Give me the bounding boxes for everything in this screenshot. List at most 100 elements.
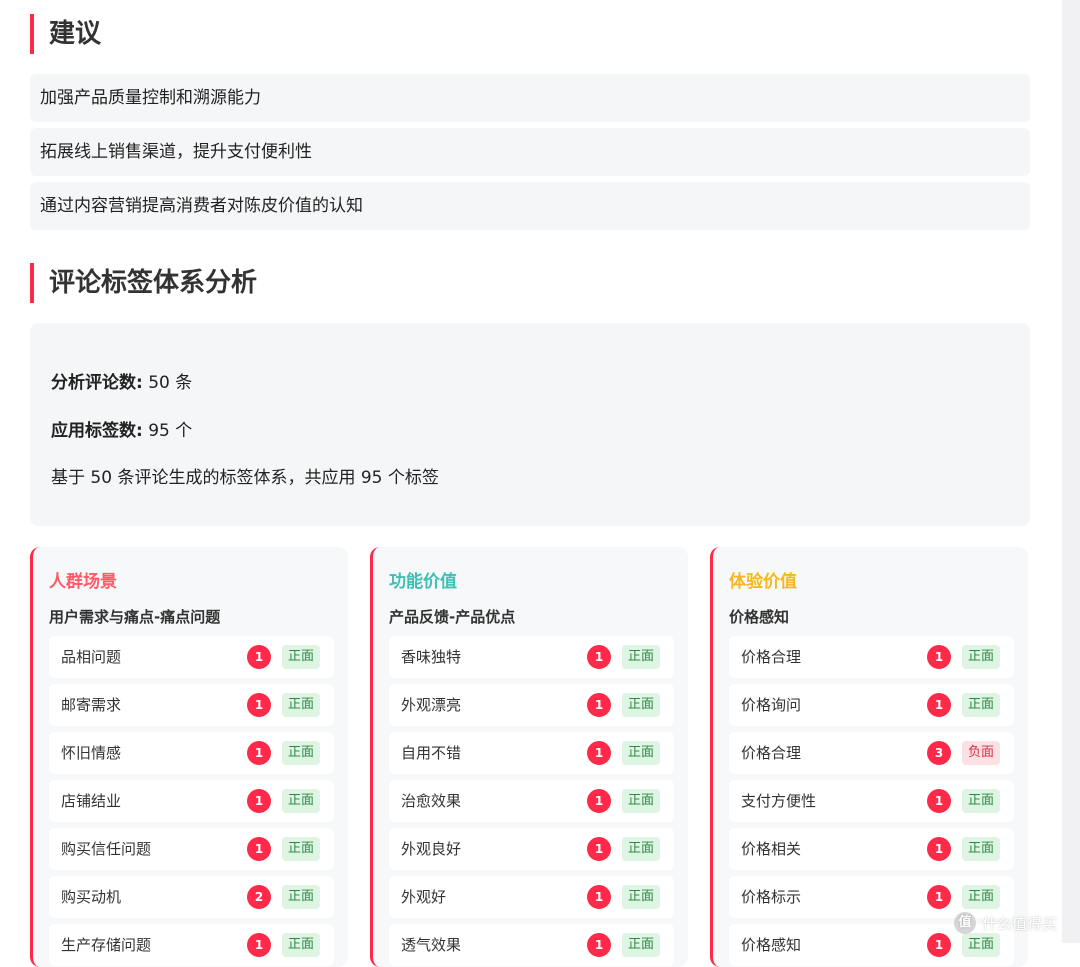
page-scroll-rail [1062,0,1080,943]
sentiment-badge: 正面 [282,933,320,957]
tag-count-badge: 1 [927,837,951,861]
suggestion-item: 通过内容营销提高消费者对陈皮价值的认知 [30,182,1030,230]
tag-count-badge: 1 [927,885,951,909]
tag-count-badge: 1 [587,885,611,909]
tag-row: 邮寄需求 1 正面 [49,684,334,726]
sentiment-badge: 正面 [962,645,1000,669]
tag-row: 支付方便性 1 正面 [729,780,1014,822]
tag-count-badge: 1 [247,933,271,957]
tag-row: 价格合理 1 正面 [729,636,1014,678]
sentiment-badge: 正面 [622,741,660,765]
sentiment-badge: 正面 [622,837,660,861]
tag-count-badge: 1 [247,837,271,861]
tag-row: 外观良好 1 正面 [389,828,674,870]
sentiment-badge: 正面 [622,645,660,669]
tag-name: 外观漂亮 [401,696,462,714]
sentiment-badge: 正面 [962,885,1000,909]
tag-count-badge: 1 [247,789,271,813]
tag-count-badge: 1 [247,741,271,765]
tag-name: 邮寄需求 [61,696,122,714]
sentiment-badge: 正面 [622,885,660,909]
tag-count-badge: 2 [247,885,271,909]
tag-name: 外观好 [401,888,447,906]
category-card-experience-value: 体验价值 价格感知 价格合理 1 正面 价格询问 1 正面 价格合理 3 负面 支付方便性 1 正面价… [710,547,1028,967]
category-subtitle: 用户需求与痛点-痛点问题 [49,608,221,626]
tag-count-badge: 1 [587,645,611,669]
tag-name: 支付方便性 [741,792,817,810]
tag-row: 自用不错 1 正面 [389,732,674,774]
tag-row: 品相问题 1 正面 [49,636,334,678]
tag-row: 外观漂亮 1 正面 [389,684,674,726]
tag-name: 透气效果 [401,936,462,954]
category-subtitle: 价格感知 [729,608,790,626]
tag-count-badge: 1 [587,693,611,717]
category-subtitle: 产品反馈-产品优点 [389,608,516,626]
tag-count-stat: 应用标签数: 95 个 [51,416,192,441]
tag-name: 店铺结业 [61,792,122,810]
sentiment-badge: 正面 [282,789,320,813]
tag-row: 外观好 1 正面 [389,876,674,918]
tag-analysis-heading: 评论标签体系分析 [30,263,257,303]
tag-name: 怀旧情感 [61,744,122,762]
suggestion-item: 拓展线上销售渠道，提升支付便利性 [30,128,1030,176]
smzdm-watermark: 值 什么值得买 [954,908,1072,938]
tag-count-badge: 1 [247,645,271,669]
sentiment-badge: 正面 [622,693,660,717]
tag-row: 怀旧情感 1 正面 [49,732,334,774]
category-title: 体验价值 [729,572,797,592]
tag-name: 购买信任问题 [61,840,152,858]
tag-row: 香味独特 1 正面 [389,636,674,678]
stats-summary-text: 基于 50 条评论生成的标签体系，共应用 95 个标签 [51,468,439,488]
sentiment-badge: 正面 [282,885,320,909]
sentiment-badge: 正面 [282,645,320,669]
category-card-function-value: 功能价值 产品反馈-产品优点 香味独特 1 正面 外观漂亮 1 正面 自用不错 1 正面 治愈效果… [370,547,688,967]
sentiment-badge: 正面 [962,693,1000,717]
tag-count-badge: 1 [587,837,611,861]
tag-count-badge: 1 [927,645,951,669]
tag-name: 治愈效果 [401,792,462,810]
tag-row: 生产存储问题 1 正面 [49,924,334,966]
sentiment-badge: 正面 [622,933,660,957]
tag-count-badge: 1 [927,789,951,813]
smzdm-logo-icon: 值 [954,912,976,934]
tag-count-badge: 1 [927,933,951,957]
review-count-stat: 分析评论数: 50 条 [51,368,192,393]
review-count-label: 分析评论数: [51,373,143,393]
tag-name: 购买动机 [61,888,122,906]
sentiment-badge: 正面 [962,789,1000,813]
tag-row: 治愈效果 1 正面 [389,780,674,822]
sentiment-badge: 正面 [622,789,660,813]
tag-name: 品相问题 [61,648,122,666]
tag-count-badge: 1 [927,693,951,717]
tag-count-badge: 1 [587,789,611,813]
tag-name: 价格询问 [741,696,802,714]
tag-count-badge: 1 [587,741,611,765]
category-title: 人群场景 [49,572,117,592]
review-count-value: 50 条 [148,373,193,393]
tag-row: 购买信任问题 1 正面 [49,828,334,870]
sentiment-badge: 正面 [282,693,320,717]
tag-name: 外观良好 [401,840,462,858]
tag-name: 价格合理 [741,744,802,762]
tag-name: 自用不错 [401,744,462,762]
tag-count-label: 应用标签数: [51,421,143,441]
tag-row: 价格相关 1 正面 [729,828,1014,870]
tag-name: 价格标示 [741,888,802,906]
watermark-text: 什么值得买 [982,914,1058,933]
tag-name: 香味独特 [401,648,462,666]
tag-count-value: 95 个 [148,421,193,441]
tag-count-badge: 3 [927,741,951,765]
sentiment-badge: 负面 [962,741,1000,765]
tag-name: 价格合理 [741,648,802,666]
tag-name: 价格感知 [741,936,802,954]
stats-summary-box: 分析评论数: 50 条 应用标签数: 95 个 基于 50 条评论生成的标签体系… [30,323,1030,526]
suggestions-heading: 建议 [30,14,101,54]
tag-row: 价格询问 1 正面 [729,684,1014,726]
sentiment-badge: 正面 [282,837,320,861]
category-card-crowd-scene: 人群场景 用户需求与痛点-痛点问题 品相问题 1 正面 邮寄需求 1 正面 怀旧情感 1 正面店… [30,547,348,967]
sentiment-badge: 正面 [962,837,1000,861]
tag-row: 价格合理 3 负面 [729,732,1014,774]
tag-row: 购买动机 2 正面 [49,876,334,918]
tag-name: 价格相关 [741,840,802,858]
tag-row: 店铺结业 1 正面 [49,780,334,822]
